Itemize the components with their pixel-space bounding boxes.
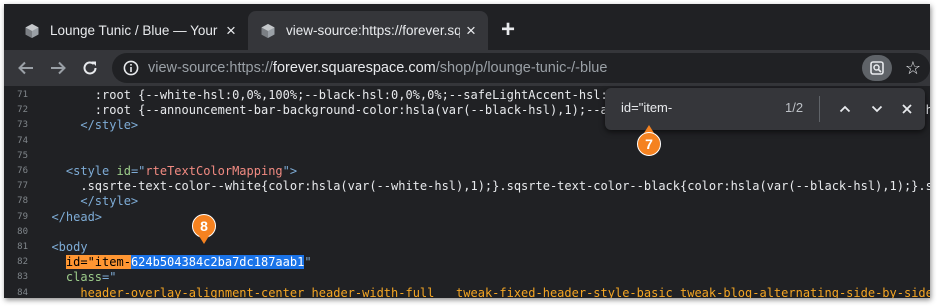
- url-host: forever.squarespace.com: [272, 60, 436, 76]
- callout-match: 8: [192, 214, 216, 244]
- tab-favicon-icon: [261, 23, 275, 38]
- line-number: 76: [17, 166, 28, 176]
- code-token: ": [304, 255, 312, 270]
- source-line: 83 class=": [4, 270, 930, 285]
- line-number: 77: [17, 181, 28, 192]
- code-token: </style>: [80, 118, 139, 133]
- plus-icon[interactable]: +: [496, 16, 520, 43]
- star-icon[interactable]: ☆: [900, 55, 926, 81]
- tab-view-source[interactable]: view-source:https://forever.squarespace.…: [248, 11, 488, 50]
- tab-lounge-tunic[interactable]: Lounge Tunic / Blue — Your Site ×: [12, 11, 248, 50]
- source-line: 76 <style id="rteTextColorMapping">: [4, 164, 930, 179]
- code-token: =": [102, 270, 117, 285]
- source-code: </head>: [37, 210, 102, 225]
- source-code: .sqsrte-text-color--white{color:hsla(var…: [37, 179, 930, 194]
- url-path: /shop/p/lounge-tunic-/-blue: [435, 60, 608, 76]
- source-line: 80: [4, 225, 930, 240]
- code-token: id: [116, 164, 131, 178]
- code-token: rteTextColorMapping: [145, 164, 283, 178]
- tab-favicon-icon: [25, 23, 39, 38]
- find-divider: [819, 96, 820, 122]
- find-match-highlight: 624b504384c2ba7dc187aab1: [130, 255, 305, 270]
- code-token: </style>: [80, 194, 139, 209]
- back-arrow-icon[interactable]: [14, 56, 38, 80]
- find-match-highlight: id="item-: [65, 255, 131, 270]
- address-bar[interactable]: view-source:https://forever.squarespace.…: [112, 53, 930, 83]
- code-token: ">: [282, 164, 298, 178]
- code-token: <style: [65, 164, 117, 178]
- tab-title: Lounge Tunic / Blue — Your Site: [50, 23, 220, 38]
- source-code: <style id="rteTextColorMapping">: [37, 164, 297, 179]
- source-code: </style>: [37, 194, 138, 209]
- find-input[interactable]: id="item-: [621, 100, 672, 115]
- url-text: view-source:https://forever.squarespace.…: [148, 60, 607, 76]
- source-line: 84 header-overlay-alignment-center heade…: [4, 286, 930, 298]
- source-code: header-overlay-alignment-center header-w…: [37, 286, 930, 298]
- line-number: 79: [17, 211, 28, 222]
- line-number: 78: [17, 196, 28, 207]
- source-code: class=": [37, 270, 117, 285]
- code-token: <body: [51, 240, 88, 254]
- close-icon[interactable]: [895, 97, 919, 121]
- info-icon[interactable]: [123, 60, 139, 76]
- url-prefix: view-source:https://: [148, 60, 273, 76]
- toolbar: view-source:https://forever.squarespace.…: [4, 50, 930, 86]
- code-token: =": [130, 164, 146, 178]
- chevron-up-icon[interactable]: [833, 97, 857, 121]
- source-code: id="item-624b504384c2ba7dc187aab1": [37, 255, 312, 270]
- source-line: 81 <body: [4, 240, 930, 255]
- reload-icon[interactable]: [78, 56, 102, 80]
- close-icon[interactable]: ×: [460, 20, 482, 42]
- source-code: <body: [37, 240, 88, 255]
- line-number: 71: [17, 90, 28, 100]
- code-token: class: [65, 270, 103, 285]
- line-number: 73: [17, 120, 28, 131]
- browser-window: Lounge Tunic / Blue — Your Site × view-s…: [4, 4, 930, 298]
- line-number: 82: [17, 257, 28, 268]
- line-number: 74: [17, 135, 28, 146]
- source-line: 82 id="item-624b504384c2ba7dc187aab1": [4, 255, 930, 270]
- callout-number: 7: [637, 132, 661, 156]
- line-number: 72: [17, 105, 28, 116]
- close-icon[interactable]: ×: [220, 20, 242, 42]
- callout-number: 8: [192, 214, 216, 238]
- line-number: 80: [17, 226, 28, 237]
- lens-search-icon[interactable]: [862, 55, 892, 81]
- source-line: 78 </style>: [4, 194, 930, 209]
- line-number: 84: [17, 287, 28, 298]
- tab-title: view-source:https://forever.squarespace.…: [286, 23, 460, 38]
- line-number: 81: [17, 242, 28, 252]
- find-match-count: 1/2: [785, 100, 804, 115]
- source-line: 77 .sqsrte-text-color--white{color:hsla(…: [4, 179, 930, 194]
- forward-arrow-icon[interactable]: [46, 56, 70, 80]
- source-code: </style>: [37, 118, 138, 133]
- line-number: 83: [17, 272, 28, 283]
- line-number: 75: [17, 150, 28, 161]
- code-token: </head>: [51, 209, 103, 224]
- code-token: .sqsrte-text-color--white{color:hsla(var…: [37, 179, 930, 194]
- source-line: 79 </head>: [4, 210, 930, 225]
- source-line: 75: [4, 149, 930, 164]
- callout-pointer: [199, 236, 209, 244]
- tab-strip: Lounge Tunic / Blue — Your Site × view-s…: [4, 4, 930, 50]
- code-token: header-overlay-alignment-center header-w…: [80, 285, 930, 298]
- find-bar: id="item- 1/2: [605, 88, 925, 130]
- source-line: 74: [4, 134, 930, 149]
- callout-find-bar: 7: [637, 125, 661, 162]
- chevron-down-icon[interactable]: [865, 97, 889, 121]
